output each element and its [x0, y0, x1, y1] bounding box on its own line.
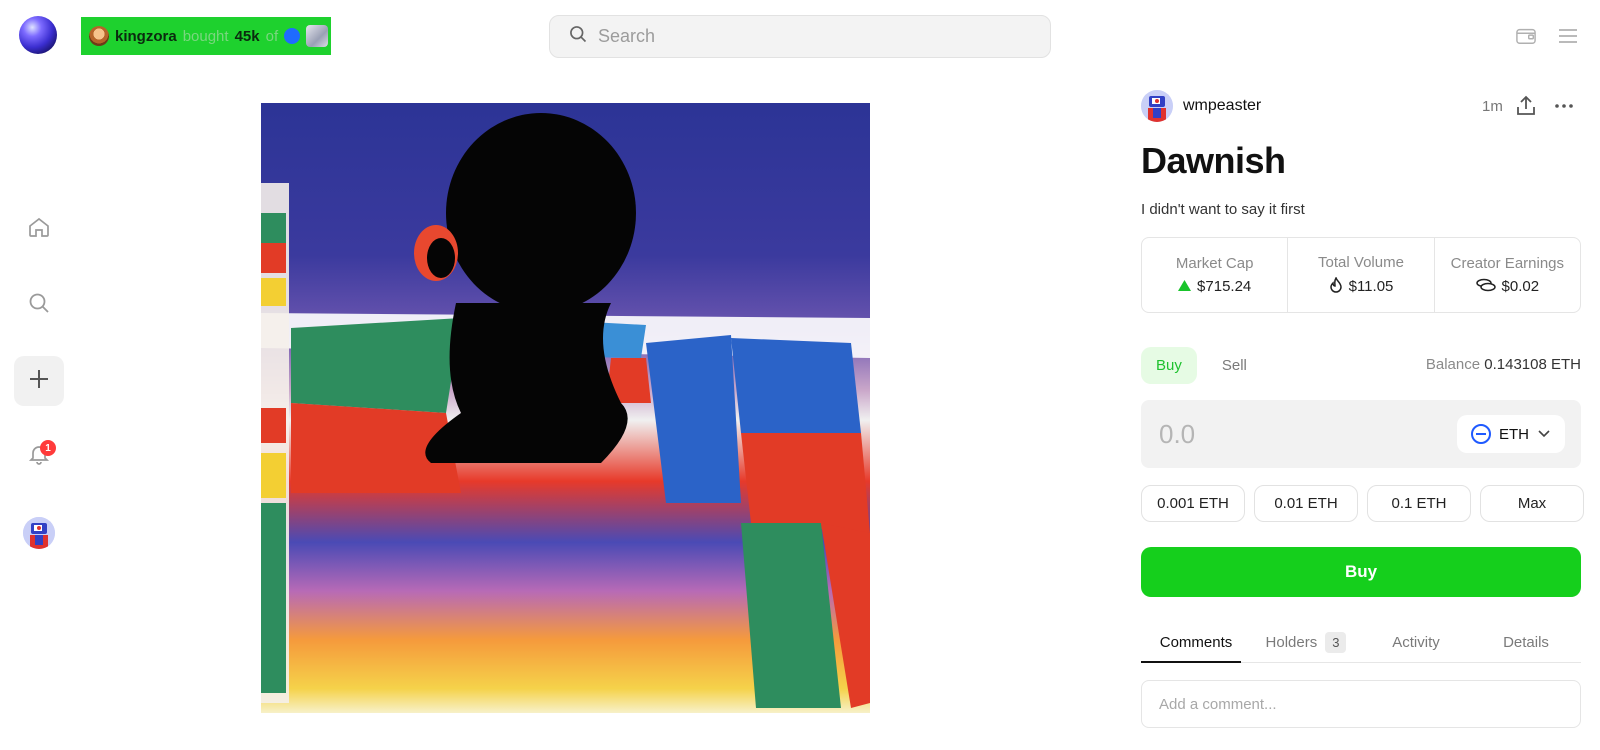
stat-label: Creator Earnings: [1450, 254, 1565, 272]
tab-label: Holders: [1265, 633, 1318, 651]
tab-buy[interactable]: Buy: [1141, 347, 1197, 384]
avatar: [23, 517, 55, 549]
stat-label: Total Volume: [1318, 253, 1404, 271]
balance-value: 0.143108 ETH: [1484, 356, 1581, 373]
stat-total-volume: Total Volume $11.05: [1288, 238, 1435, 312]
stat-value-row: $11.05: [1329, 275, 1394, 297]
currency-selector[interactable]: ETH: [1457, 415, 1565, 453]
stat-label: Market Cap: [1175, 255, 1254, 272]
preset-button[interactable]: 0.001 ETH: [1141, 485, 1245, 522]
ticker-verb: bought: [182, 27, 229, 45]
ticker-prep: of: [265, 27, 279, 45]
ticker-amount: 45k: [234, 27, 260, 45]
zora-logo[interactable]: [19, 16, 57, 54]
notification-badge: 1: [40, 440, 56, 456]
holders-count-badge: 3: [1325, 631, 1347, 653]
balance-label: Balance: [1425, 356, 1481, 373]
preset-button[interactable]: 0.1 ETH: [1367, 485, 1471, 522]
post-description: I didn't want to say it first: [1141, 201, 1305, 218]
sidebar-item-home[interactable]: [14, 204, 64, 254]
balance: Balance 0.143108 ETH: [1426, 356, 1581, 373]
comment-field[interactable]: [1141, 680, 1581, 728]
tab-holders[interactable]: Holders 3: [1251, 622, 1361, 662]
stat-creator-earnings: Creator Earnings $0.02: [1435, 238, 1580, 312]
stat-value-row: $0.02: [1475, 278, 1540, 296]
tab-details[interactable]: Details: [1471, 622, 1581, 662]
info-tabs: Comments Holders 3 Activity Details: [1141, 622, 1581, 663]
comment-input[interactable]: [1159, 695, 1559, 713]
chevron-down-icon: [1537, 426, 1551, 443]
search-icon: [568, 24, 588, 49]
currency-label: ETH: [1499, 425, 1529, 443]
ticker-user-avatar: [89, 26, 109, 46]
more-options-button[interactable]: [1552, 94, 1576, 118]
search-bar[interactable]: [549, 15, 1051, 58]
stat-value-row: $715.24: [1178, 278, 1251, 295]
sidebar-item-create[interactable]: [14, 356, 64, 406]
post-title: Dawnish: [1141, 140, 1286, 181]
sidebar-item-notifications[interactable]: 1: [14, 431, 64, 481]
triangle-up-icon: [1178, 278, 1192, 295]
amount-presets: 0.001 ETH 0.01 ETH 0.1 ETH Max: [1141, 485, 1584, 522]
search-input[interactable]: [598, 26, 1018, 47]
search-icon: [27, 291, 51, 320]
post-artwork[interactable]: [261, 103, 870, 713]
post-age: 1m: [1482, 98, 1503, 115]
stat-value: $0.02: [1501, 278, 1540, 295]
stat-value: $715.24: [1197, 278, 1252, 295]
creator-avatar[interactable]: [1141, 90, 1173, 122]
preset-button[interactable]: 0.01 ETH: [1254, 485, 1358, 522]
ticker-thumbnail: [306, 25, 329, 47]
eth-icon: [1471, 424, 1491, 444]
plus-icon: [27, 367, 51, 396]
wallet-icon[interactable]: [1514, 24, 1538, 48]
tab-activity[interactable]: Activity: [1361, 622, 1471, 662]
ellipsis-icon: [1552, 104, 1576, 122]
share-icon: [1514, 95, 1538, 122]
stat-value: $11.05: [1348, 278, 1394, 295]
sidebar-item-search[interactable]: [14, 280, 64, 330]
max-button[interactable]: Max: [1480, 485, 1584, 522]
activity-ticker[interactable]: kingzora bought 45k of: [81, 17, 331, 55]
ticker-user: kingzora: [115, 27, 177, 45]
flame-icon: [1329, 275, 1343, 297]
menu-icon[interactable]: [1556, 24, 1580, 48]
stat-market-cap: Market Cap $715.24: [1142, 238, 1289, 312]
tab-sell[interactable]: Sell: [1207, 347, 1262, 384]
tab-label: Comments: [1159, 633, 1233, 651]
tab-comments[interactable]: Comments: [1141, 622, 1251, 663]
buy-button[interactable]: Buy: [1141, 547, 1581, 597]
amount-field[interactable]: ETH: [1141, 400, 1581, 468]
share-button[interactable]: [1514, 94, 1538, 118]
home-icon: [27, 215, 51, 244]
creator-info[interactable]: wmpeaster: [1141, 90, 1261, 122]
tab-label: Activity: [1392, 633, 1440, 651]
sidebar-item-profile[interactable]: [14, 508, 64, 558]
coin-dot-icon: [284, 28, 301, 44]
creator-name[interactable]: wmpeaster: [1183, 97, 1261, 115]
amount-input[interactable]: [1159, 418, 1359, 450]
tab-label: Details: [1503, 633, 1549, 651]
trade-tabs: Buy Sell: [1141, 347, 1262, 384]
stats-panel: Market Cap $715.24 Total Volume $11.05 C…: [1141, 237, 1581, 313]
coins-icon: [1475, 278, 1496, 296]
